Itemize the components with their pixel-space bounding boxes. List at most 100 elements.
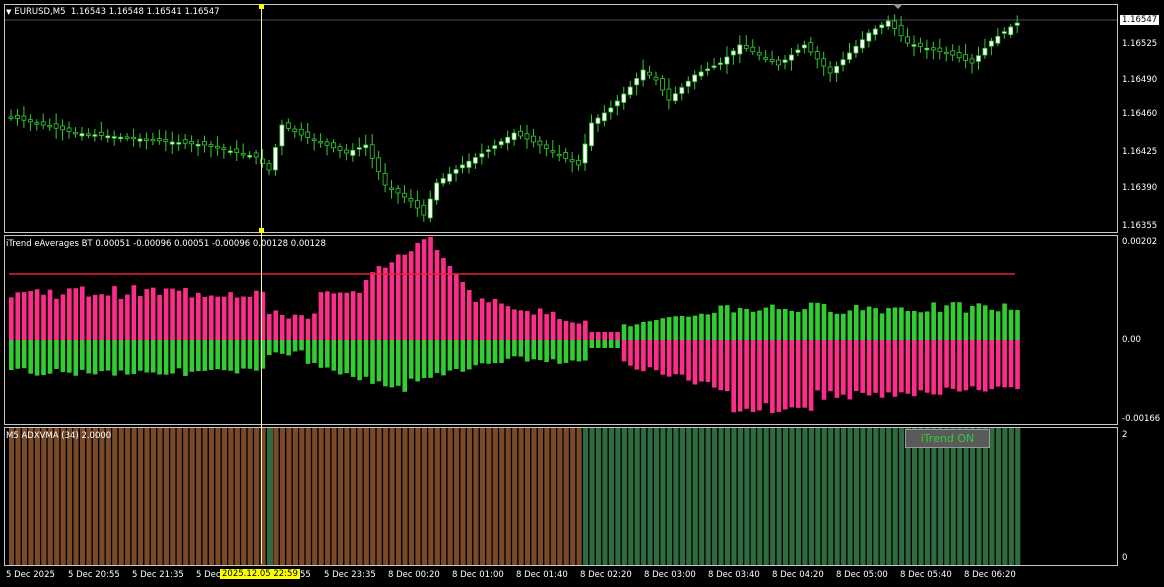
collapse-triangle-icon[interactable]: ▼: [6, 8, 11, 16]
adxvma-bar-gap: [207, 428, 209, 565]
itrend-bar-positive: [60, 294, 66, 340]
adxvma-bar-gap: [427, 428, 429, 565]
itrend-bar-negative: [1008, 340, 1014, 388]
adxvma-bar-gap: [323, 428, 326, 565]
adxvma-bar: [879, 428, 885, 565]
adxvma-bar: [408, 428, 415, 565]
candle-body: [150, 138, 156, 142]
time-axis[interactable]: 5 Dec 2025 5 Dec 20:55 5 Dec 21:35 5 Dec…: [0, 566, 1164, 587]
candle-body: [1014, 22, 1020, 26]
adxvma-bar-gap: [510, 428, 513, 565]
price-tick: 1.16460: [1122, 109, 1158, 119]
adxvma-bar: [763, 428, 769, 565]
itrend-bar-positive: [318, 292, 324, 340]
adxvma-bar-gap: [149, 428, 151, 565]
itrend-bar-positive: [576, 323, 582, 340]
adxvma-bar-gap: [356, 428, 358, 565]
itrend-bar-negative: [970, 340, 975, 387]
itrend-bar-positive: [795, 311, 801, 340]
itrend-bar-positive: [615, 332, 620, 340]
candle-body: [666, 88, 672, 101]
candle-body: [144, 138, 149, 141]
adxvma-bar-gap: [865, 428, 867, 565]
candle-body: [40, 121, 46, 126]
time-tick: 5 Dec 21:35: [132, 570, 184, 580]
itrend-bar-negative: [376, 340, 382, 382]
itrend-on-button[interactable]: iTrend ON: [905, 429, 990, 448]
adxvma-bar: [196, 428, 202, 565]
adxvma-bar: [608, 428, 615, 565]
itrend-bar-negative: [21, 340, 27, 369]
candle-body: [943, 51, 949, 55]
candle-body: [801, 44, 807, 49]
itrend-bar-positive: [473, 301, 478, 340]
itrend-bar-positive: [841, 313, 846, 340]
price-chart-pane[interactable]: [4, 4, 1118, 233]
adxvma-bar: [512, 428, 518, 565]
candle-body: [337, 146, 343, 151]
candle-body: [892, 20, 898, 29]
shift-marker-icon[interactable]: [893, 4, 903, 9]
price-scale[interactable]: 1.16547 1.16525 1.16490 1.16460 1.16425 …: [1118, 0, 1164, 587]
adxvma-bar-gap: [227, 428, 229, 565]
adxvma-bar: [654, 428, 660, 565]
adxvma-bar: [479, 428, 486, 565]
candle-body: [34, 122, 40, 125]
candle-body: [8, 116, 14, 119]
adxvma-bar-gap: [252, 428, 255, 565]
adxvma-bar: [454, 428, 460, 565]
itrend-bar-positive: [686, 316, 691, 340]
adxvma-bar-gap: [910, 428, 912, 565]
itrend-bar-positive: [138, 296, 143, 340]
candle-body: [343, 149, 349, 154]
adxvma-bar-gap: [46, 428, 48, 565]
itrend-bar-positive: [718, 305, 724, 340]
adxvma-bar: [363, 428, 369, 565]
candle-body: [640, 69, 646, 81]
adxvma-bar-gap: [872, 428, 874, 565]
candle-body: [524, 133, 530, 140]
itrend-bar-positive: [112, 286, 117, 340]
itrend-bar-negative: [363, 340, 369, 377]
adxvma-bar: [150, 428, 157, 565]
adxvma-bar: [73, 428, 79, 565]
itrend-bar-negative: [918, 340, 924, 391]
itrend-bar-positive: [428, 236, 433, 340]
adxvma-bar: [712, 428, 718, 565]
candle-body: [485, 149, 491, 152]
adxvma-bar: [834, 428, 840, 565]
itrend-bar-negative: [163, 340, 169, 375]
itrend-bar-positive: [479, 298, 485, 340]
itrend-bar-negative: [912, 340, 917, 397]
candle-body: [705, 68, 710, 71]
adxvma-bar-gap: [220, 428, 222, 565]
candle-body: [782, 59, 788, 63]
itrend-bar-negative: [789, 340, 795, 408]
itrend-bar-negative: [350, 340, 356, 377]
itrend-bar-positive: [834, 313, 840, 340]
adxvma-bar: [331, 428, 337, 565]
adxvma-bar: [189, 428, 195, 565]
candle-body: [866, 32, 872, 42]
adxvma-bar-gap: [852, 428, 854, 565]
itrend-indicator-pane[interactable]: [4, 235, 1118, 425]
candle-body: [505, 136, 511, 144]
adxvma-bar-gap: [917, 428, 919, 565]
adxvma-bar: [428, 428, 434, 565]
adxvma-bar-gap: [975, 428, 977, 565]
adxvma-bar-gap: [665, 428, 667, 565]
candle-body: [660, 78, 665, 91]
candle-body: [956, 52, 962, 59]
candle-body: [292, 128, 298, 133]
itrend-bar-positive: [957, 302, 962, 340]
adxvma-bar: [628, 428, 634, 565]
time-tick: 8 Dec 01:00: [452, 570, 504, 580]
adxvma-bar-gap: [472, 428, 474, 565]
itrend-bar-negative: [537, 340, 543, 361]
candle-body: [995, 35, 1001, 44]
adxvma-bar-gap: [659, 428, 661, 565]
itrend-bar-negative: [963, 340, 969, 391]
itrend-bar-negative: [886, 340, 891, 393]
itrend-bar-positive: [279, 314, 285, 340]
adxvma-bar-gap: [839, 428, 842, 565]
